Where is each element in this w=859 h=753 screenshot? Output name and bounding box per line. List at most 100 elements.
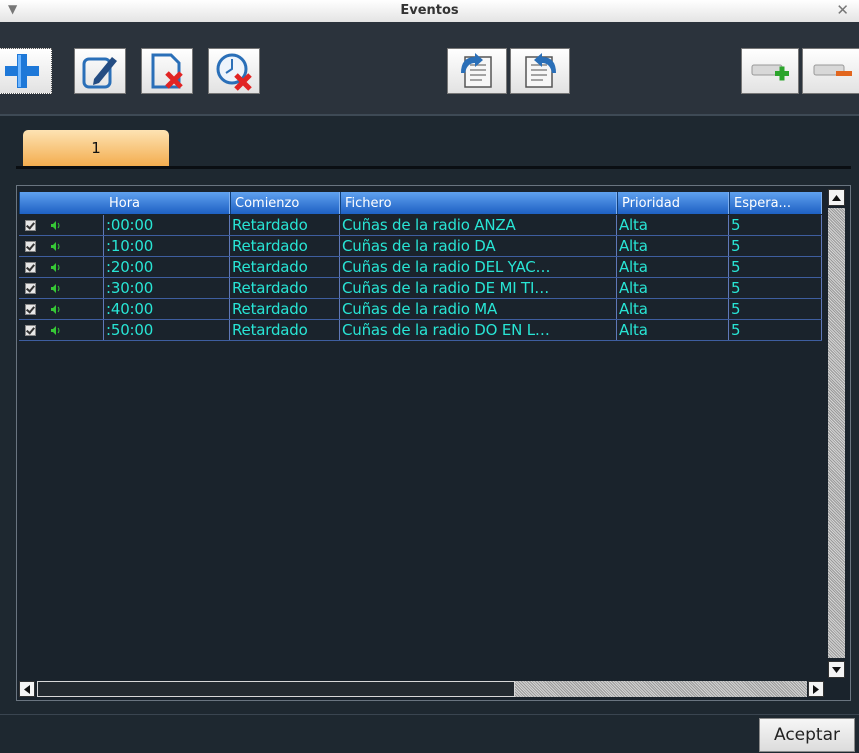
cell-fichero: Cuñas de la radio DO EN L… xyxy=(340,320,617,340)
cell-hora: :40:00 xyxy=(104,299,230,319)
enabled-checkbox[interactable] xyxy=(25,261,36,273)
arrow-right-icon xyxy=(813,684,819,694)
toolbar xyxy=(0,22,859,116)
column-header-comienzo[interactable]: Comienzo xyxy=(230,192,340,214)
title-bar: ▼ Eventos ✕ xyxy=(0,0,859,23)
cell-prioridad: Alta xyxy=(617,320,729,340)
cell-hora: :10:00 xyxy=(104,236,230,256)
add-block-icon xyxy=(751,64,789,81)
enabled-checkbox[interactable] xyxy=(25,282,36,294)
speaker-icon xyxy=(51,241,60,251)
clock-delete-icon xyxy=(216,53,252,91)
cell-comienzo: Retardado xyxy=(230,215,340,235)
cell-comienzo: Retardado xyxy=(230,236,340,256)
horizontal-scroll-thumb[interactable] xyxy=(37,681,515,697)
enabled-checkbox[interactable] xyxy=(25,219,36,231)
edit-icon xyxy=(82,57,117,89)
cell-hora: :00:00 xyxy=(104,215,230,235)
column-header-prioridad[interactable]: Prioridad xyxy=(617,192,729,214)
remove-block-icon xyxy=(813,64,852,76)
scroll-right-button[interactable] xyxy=(808,681,824,697)
cell-espera: 5 xyxy=(729,299,822,319)
cell-comienzo: Retardado xyxy=(230,320,340,340)
cell-comienzo: Retardado xyxy=(230,257,340,277)
enabled-checkbox[interactable] xyxy=(25,240,36,252)
cell-fichero: Cuñas de la radio DA xyxy=(340,236,617,256)
table-row[interactable]: :50:00 Retardado Cuñas de la radio DO EN… xyxy=(19,320,822,341)
enabled-checkbox[interactable] xyxy=(25,324,36,336)
cell-prioridad: Alta xyxy=(617,236,729,256)
cell-prioridad: Alta xyxy=(617,299,729,319)
remove-block-button[interactable] xyxy=(802,48,859,94)
add-event-button[interactable] xyxy=(0,48,52,94)
vertical-scrollbar[interactable] xyxy=(826,186,848,682)
enabled-checkbox[interactable] xyxy=(25,303,36,315)
cell-comienzo: Retardado xyxy=(230,299,340,319)
import-icon xyxy=(461,53,492,88)
cell-espera: 5 xyxy=(729,257,822,277)
cell-hora: :20:00 xyxy=(104,257,230,277)
vertical-scroll-track[interactable] xyxy=(828,208,845,658)
footer-divider xyxy=(0,714,859,715)
import-button[interactable] xyxy=(447,48,507,94)
export-button[interactable] xyxy=(510,48,570,94)
window-title: Eventos xyxy=(400,3,459,18)
cell-espera: 5 xyxy=(729,215,822,235)
accept-button[interactable]: Aceptar xyxy=(759,718,855,752)
cell-hora: :50:00 xyxy=(104,320,230,340)
cell-espera: 5 xyxy=(729,236,822,256)
horizontal-scrollbar[interactable] xyxy=(19,680,825,698)
arrow-up-icon xyxy=(832,194,841,201)
close-icon[interactable]: ✕ xyxy=(836,1,849,19)
tab-1[interactable]: 1 xyxy=(23,130,169,166)
edit-event-button[interactable] xyxy=(74,48,126,94)
column-header-espera[interactable]: Espera... xyxy=(729,192,822,214)
row-icons xyxy=(19,215,104,235)
plus-icon xyxy=(5,54,39,88)
cell-prioridad: Alta xyxy=(617,215,729,235)
add-block-button[interactable] xyxy=(741,48,799,94)
delete-file-icon xyxy=(151,53,183,89)
scroll-down-button[interactable] xyxy=(828,661,845,678)
speaker-icon xyxy=(51,325,60,335)
cell-prioridad: Alta xyxy=(617,257,729,277)
tab-divider xyxy=(16,166,851,169)
grid-rows: :00:00 Retardado Cuñas de la radio ANZA … xyxy=(19,215,822,341)
cell-hora: :30:00 xyxy=(104,278,230,298)
speaker-icon xyxy=(51,304,60,314)
speaker-icon xyxy=(51,262,60,272)
row-icons xyxy=(19,236,104,256)
table-row[interactable]: :40:00 Retardado Cuñas de la radio MA Al… xyxy=(19,299,822,320)
column-header-fichero[interactable]: Fichero xyxy=(340,192,617,214)
grid-header: Hora Comienzo Fichero Prioridad Espera..… xyxy=(19,192,822,214)
arrow-down-icon xyxy=(832,666,841,673)
cell-fichero: Cuñas de la radio MA xyxy=(340,299,617,319)
export-icon xyxy=(525,53,556,88)
row-icons xyxy=(19,278,104,298)
scroll-up-button[interactable] xyxy=(828,189,845,206)
delete-event-button[interactable] xyxy=(141,48,193,94)
events-grid: Hora Comienzo Fichero Prioridad Espera..… xyxy=(16,185,851,701)
arrow-left-icon xyxy=(24,684,30,694)
cell-fichero: Cuñas de la radio DE MI TI… xyxy=(340,278,617,298)
scroll-left-button[interactable] xyxy=(19,681,35,697)
table-row[interactable]: :10:00 Retardado Cuñas de la radio DA Al… xyxy=(19,236,822,257)
speaker-icon xyxy=(51,220,60,230)
horizontal-scroll-track[interactable] xyxy=(515,681,807,697)
column-header-hora[interactable]: Hora xyxy=(19,192,230,214)
cell-prioridad: Alta xyxy=(617,278,729,298)
cell-espera: 5 xyxy=(729,278,822,298)
cell-fichero: Cuñas de la radio ANZA xyxy=(340,215,617,235)
table-row[interactable]: :00:00 Retardado Cuñas de la radio ANZA … xyxy=(19,215,822,236)
row-icons xyxy=(19,320,104,340)
speaker-icon xyxy=(51,283,60,293)
row-icons xyxy=(19,299,104,319)
tab-strip: 1 xyxy=(0,116,859,178)
delete-timed-event-button[interactable] xyxy=(208,48,260,94)
row-icons xyxy=(19,257,104,277)
table-row[interactable]: :30:00 Retardado Cuñas de la radio DE MI… xyxy=(19,278,822,299)
cell-comienzo: Retardado xyxy=(230,278,340,298)
table-row[interactable]: :20:00 Retardado Cuñas de la radio DEL Y… xyxy=(19,257,822,278)
cell-espera: 5 xyxy=(729,320,822,340)
cell-fichero: Cuñas de la radio DEL YAC… xyxy=(340,257,617,277)
